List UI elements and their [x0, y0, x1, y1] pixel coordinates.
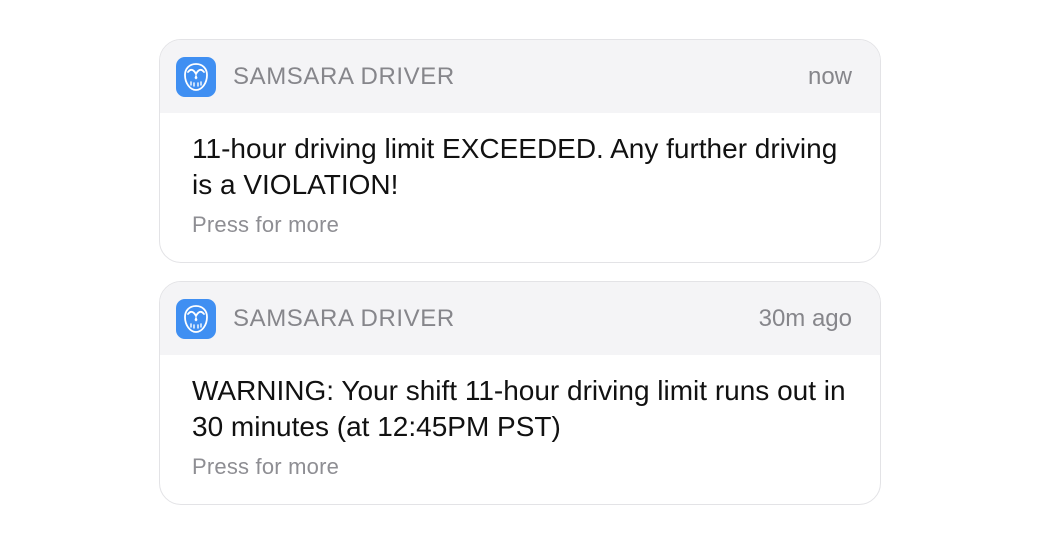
- press-for-more-link[interactable]: Press for more: [192, 212, 850, 238]
- notification-card[interactable]: SAMSARA DRIVER now 11-hour driving limit…: [159, 39, 881, 263]
- owl-app-icon: [176, 56, 216, 97]
- notification-time: 30m ago: [758, 304, 852, 332]
- notification-body: 11-hour driving limit EXCEEDED. Any furt…: [160, 113, 880, 262]
- app-name: SAMSARA DRIVER: [233, 304, 455, 332]
- owl-app-icon: [176, 298, 216, 339]
- notification-list: SAMSARA DRIVER now 11-hour driving limit…: [159, 39, 881, 523]
- press-for-more-link[interactable]: Press for more: [192, 454, 850, 480]
- notification-body: WARNING: Your shift 11-hour driving limi…: [160, 355, 880, 504]
- notification-message: 11-hour driving limit EXCEEDED. Any furt…: [192, 133, 838, 200]
- notification-card[interactable]: SAMSARA DRIVER 30m ago WARNING: Your shi…: [159, 281, 881, 505]
- notification-header: SAMSARA DRIVER now: [160, 40, 880, 113]
- app-name: SAMSARA DRIVER: [233, 62, 455, 90]
- notification-message: WARNING: Your shift 11-hour driving limi…: [192, 375, 846, 442]
- notification-time: now: [807, 62, 852, 90]
- notification-header: SAMSARA DRIVER 30m ago: [160, 282, 880, 355]
